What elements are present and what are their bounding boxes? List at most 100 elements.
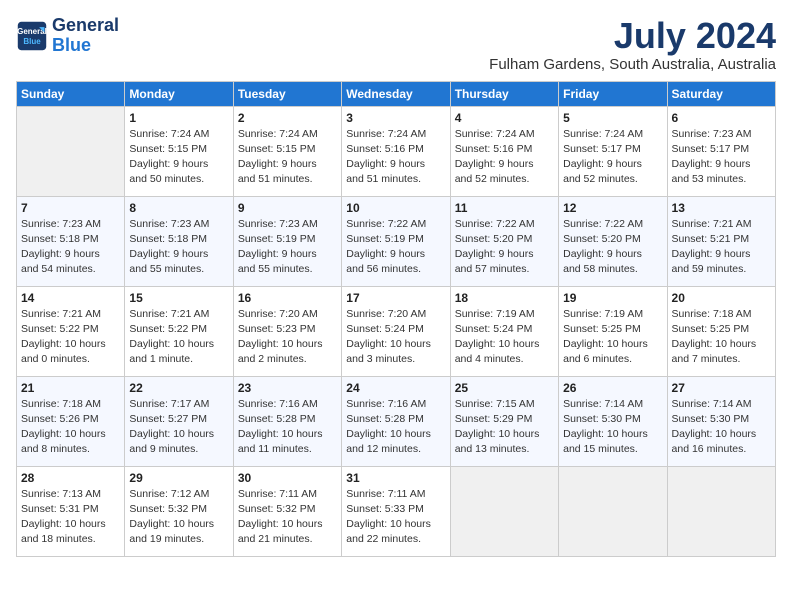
day-info: Sunrise: 7:20 AMSunset: 5:23 PMDaylight:…: [238, 307, 337, 368]
day-number: 21: [21, 381, 120, 395]
logo-icon: General Blue: [16, 20, 48, 52]
calendar-week-row: 14Sunrise: 7:21 AMSunset: 5:22 PMDayligh…: [17, 286, 776, 376]
month-year: July 2024: [489, 16, 776, 56]
weekday-header-friday: Friday: [559, 81, 667, 106]
calendar-cell: 11 Sunrise: 7:22 AMSunset: 5:20 PMDayligh…: [450, 196, 558, 286]
page-header: General Blue General Blue July 2024 Fulh…: [16, 16, 776, 73]
day-number: 1: [129, 111, 228, 125]
weekday-header-thursday: Thursday: [450, 81, 558, 106]
day-number: 2: [238, 111, 337, 125]
day-info: Sunrise: 7:21 AMSunset: 5:21 PMDaylight:…: [672, 217, 771, 278]
weekday-header-row: SundayMondayTuesdayWednesdayThursdayFrid…: [17, 81, 776, 106]
day-number: 5: [563, 111, 662, 125]
day-number: 17: [346, 291, 445, 305]
calendar-cell: [17, 106, 125, 196]
day-number: 27: [672, 381, 771, 395]
calendar-cell: 21 Sunrise: 7:18 AMSunset: 5:26 PMDayligh…: [17, 376, 125, 466]
day-number: 9: [238, 201, 337, 215]
day-number: 4: [455, 111, 554, 125]
day-info: Sunrise: 7:21 AMSunset: 5:22 PMDaylight:…: [21, 307, 120, 368]
day-info: Sunrise: 7:24 AMSunset: 5:16 PMDaylight:…: [455, 127, 554, 188]
calendar-cell: 8 Sunrise: 7:23 AMSunset: 5:18 PMDaylight…: [125, 196, 233, 286]
day-info: Sunrise: 7:18 AMSunset: 5:25 PMDaylight:…: [672, 307, 771, 368]
calendar-week-row: 21 Sunrise: 7:18 AMSunset: 5:26 PMDayligh…: [17, 376, 776, 466]
calendar-cell: 1Sunrise: 7:24 AMSunset: 5:15 PMDaylight…: [125, 106, 233, 196]
day-number: 13: [672, 201, 771, 215]
calendar-cell: 31 Sunrise: 7:11 AMSunset: 5:33 PMDayligh…: [342, 466, 450, 556]
day-number: 8: [129, 201, 228, 215]
day-info: Sunrise: 7:23 AMSunset: 5:19 PMDaylight:…: [238, 217, 337, 278]
logo-line2: Blue: [52, 35, 91, 55]
calendar-cell: 4 Sunrise: 7:24 AMSunset: 5:16 PMDaylight…: [450, 106, 558, 196]
day-info: Sunrise: 7:11 AMSunset: 5:32 PMDaylight:…: [238, 487, 337, 548]
calendar-cell: 18 Sunrise: 7:19 AMSunset: 5:24 PMDayligh…: [450, 286, 558, 376]
day-info: Sunrise: 7:17 AMSunset: 5:27 PMDaylight:…: [129, 397, 228, 458]
logo: General Blue General Blue: [16, 16, 119, 56]
calendar-cell: 24Sunrise: 7:16 AMSunset: 5:28 PMDayligh…: [342, 376, 450, 466]
day-info: Sunrise: 7:22 AMSunset: 5:19 PMDaylight:…: [346, 217, 445, 278]
calendar-cell: [667, 466, 775, 556]
day-info: Sunrise: 7:20 AMSunset: 5:24 PMDaylight:…: [346, 307, 445, 368]
day-info: Sunrise: 7:16 AMSunset: 5:28 PMDaylight:…: [346, 397, 445, 458]
calendar-cell: 12 Sunrise: 7:22 AMSunset: 5:20 PMDayligh…: [559, 196, 667, 286]
day-info: Sunrise: 7:23 AMSunset: 5:18 PMDaylight:…: [21, 217, 120, 278]
day-info: Sunrise: 7:22 AMSunset: 5:20 PMDaylight:…: [455, 217, 554, 278]
day-number: 6: [672, 111, 771, 125]
day-info: Sunrise: 7:11 AMSunset: 5:33 PMDaylight:…: [346, 487, 445, 548]
weekday-header-saturday: Saturday: [667, 81, 775, 106]
day-number: 30: [238, 471, 337, 485]
day-info: Sunrise: 7:18 AMSunset: 5:26 PMDaylight:…: [21, 397, 120, 458]
day-number: 16: [238, 291, 337, 305]
calendar-cell: 26Sunrise: 7:14 AMSunset: 5:30 PMDayligh…: [559, 376, 667, 466]
day-number: 22: [129, 381, 228, 395]
calendar-cell: 13 Sunrise: 7:21 AMSunset: 5:21 PMDayligh…: [667, 196, 775, 286]
calendar-cell: 23 Sunrise: 7:16 AMSunset: 5:28 PMDayligh…: [233, 376, 341, 466]
day-info: Sunrise: 7:16 AMSunset: 5:28 PMDaylight:…: [238, 397, 337, 458]
day-info: Sunrise: 7:14 AMSunset: 5:30 PMDaylight:…: [672, 397, 771, 458]
day-info: Sunrise: 7:15 AMSunset: 5:29 PMDaylight:…: [455, 397, 554, 458]
calendar-week-row: 1 Sunrise: 7:24 AMSunset: 5:15 PMDaylight…: [17, 106, 776, 196]
day-info: Sunrise: 7:22 AMSunset: 5:20 PMDaylight:…: [563, 217, 662, 278]
day-number: 11: [455, 201, 554, 215]
logo-text: General Blue: [52, 16, 119, 56]
location: Fulham Gardens, South Australia, Austral…: [489, 56, 776, 73]
calendar-week-row: 28Sunrise: 7:13 AMSunset: 5:31 PMDayligh…: [17, 466, 776, 556]
calendar-cell: [559, 466, 667, 556]
calendar-cell: 2 Sunrise: 7:24 AMSunset: 5:15 PMDaylight…: [233, 106, 341, 196]
day-info: Sunrise: 7:23 AMSunset: 5:18 PMDaylight:…: [129, 217, 228, 278]
day-info: Sunrise: 7:13 AMSunset: 5:31 PMDaylight:…: [21, 487, 120, 548]
day-info: Sunrise: 7:21 AMSunset: 5:22 PMDaylight:…: [129, 307, 228, 368]
calendar-cell: [450, 466, 558, 556]
calendar-cell: 19 Sunrise: 7:19 AMSunset: 5:25 PMDayligh…: [559, 286, 667, 376]
day-info: Sunrise: 7:19 AMSunset: 5:25 PMDaylight:…: [563, 307, 662, 368]
day-number: 3: [346, 111, 445, 125]
calendar-cell: 27 Sunrise: 7:14 AMSunset: 5:30 PMDayligh…: [667, 376, 775, 466]
day-info: Sunrise: 7:24 AMSunset: 5:16 PMDaylight:…: [346, 127, 445, 188]
title-block: July 2024 Fulham Gardens, South Australi…: [489, 16, 776, 73]
day-info: Sunrise: 7:24 AMSunset: 5:17 PMDaylight:…: [563, 127, 662, 188]
calendar-cell: 15 Sunrise: 7:21 AMSunset: 5:22 PMDayligh…: [125, 286, 233, 376]
day-number: 7: [21, 201, 120, 215]
calendar-table: SundayMondayTuesdayWednesdayThursdayFrid…: [16, 81, 776, 557]
calendar-cell: 29Sunrise: 7:12 AMSunset: 5:32 PMDayligh…: [125, 466, 233, 556]
day-number: 23: [238, 381, 337, 395]
day-info: Sunrise: 7:24 AMSunset: 5:15 PMDaylight:…: [238, 127, 337, 188]
day-number: 18: [455, 291, 554, 305]
day-number: 12: [563, 201, 662, 215]
day-number: 15: [129, 291, 228, 305]
day-info: Sunrise: 7:19 AMSunset: 5:24 PMDaylight:…: [455, 307, 554, 368]
day-number: 29: [129, 471, 228, 485]
calendar-cell: 14Sunrise: 7:21 AMSunset: 5:22 PMDayligh…: [17, 286, 125, 376]
calendar-cell: 9 Sunrise: 7:23 AMSunset: 5:19 PMDaylight…: [233, 196, 341, 286]
weekday-header-monday: Monday: [125, 81, 233, 106]
day-info: Sunrise: 7:14 AMSunset: 5:30 PMDaylight:…: [563, 397, 662, 458]
calendar-cell: 30 Sunrise: 7:11 AMSunset: 5:32 PMDayligh…: [233, 466, 341, 556]
day-number: 19: [563, 291, 662, 305]
calendar-cell: 10 Sunrise: 7:22 AMSunset: 5:19 PMDayligh…: [342, 196, 450, 286]
calendar-week-row: 7 Sunrise: 7:23 AMSunset: 5:18 PMDaylight…: [17, 196, 776, 286]
day-number: 31: [346, 471, 445, 485]
calendar-cell: 7 Sunrise: 7:23 AMSunset: 5:18 PMDaylight…: [17, 196, 125, 286]
calendar-cell: 17 Sunrise: 7:20 AMSunset: 5:24 PMDayligh…: [342, 286, 450, 376]
day-number: 10: [346, 201, 445, 215]
calendar-cell: 3 Sunrise: 7:24 AMSunset: 5:16 PMDaylight…: [342, 106, 450, 196]
